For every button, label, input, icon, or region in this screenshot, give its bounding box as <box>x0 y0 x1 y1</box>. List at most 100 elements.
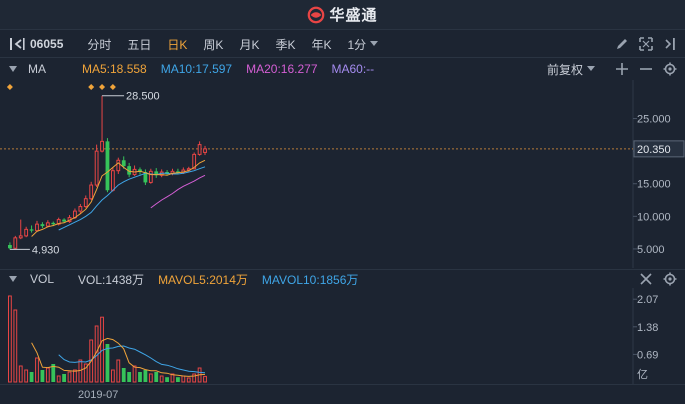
volume-bar <box>18 365 23 383</box>
candle-body <box>197 144 202 155</box>
tab-period-five-day[interactable]: 五日 <box>119 36 159 53</box>
tab-period-quarter-k[interactable]: 季K <box>267 36 303 53</box>
candle-body <box>105 141 110 191</box>
chevron-down-icon <box>370 41 379 46</box>
candle <box>67 215 72 223</box>
volume-chart[interactable]: 2.07 1.38 0.69 亿 <box>0 288 685 384</box>
collapse-triangle-icon[interactable] <box>8 64 18 74</box>
adjust-dropdown[interactable]: 前复权 <box>547 61 595 78</box>
app-logo: 华盛通 <box>307 4 377 25</box>
volume-bar <box>116 359 121 383</box>
volume-bar <box>105 344 110 382</box>
volume-bar <box>24 369 29 383</box>
mavol10-value: MAVOL10:1856万 <box>261 272 359 287</box>
volume-bar <box>138 372 142 382</box>
volume-bar <box>186 377 191 383</box>
candle-body <box>40 224 45 227</box>
candle-body <box>8 245 12 249</box>
y-unit-label: 亿 <box>637 368 648 381</box>
candle <box>40 222 45 229</box>
volume-bar <box>165 377 169 382</box>
gear-icon[interactable] <box>663 62 677 76</box>
pencil-icon[interactable] <box>615 37 629 51</box>
main-chart-header: MA MA5:18.558 MA10:17.597 MA20:16.277 MA… <box>0 59 685 79</box>
candle <box>154 168 159 178</box>
ma60-value: MA60:-- <box>331 62 375 76</box>
adjust-label: 前复权 <box>546 62 583 77</box>
volume-bar <box>110 369 115 383</box>
volume-bar <box>35 357 39 383</box>
candle <box>29 225 34 233</box>
tab-period-month-k[interactable]: 月K <box>231 36 267 53</box>
volume-bar <box>148 373 153 383</box>
indicator-name[interactable]: MA <box>28 62 46 76</box>
candle <box>94 144 99 187</box>
ma20-line <box>150 174 206 209</box>
close-icon[interactable] <box>639 272 653 286</box>
volume-bar <box>67 371 72 383</box>
tab-period-timeshare[interactable]: 分时 <box>79 36 119 53</box>
candle <box>116 157 121 174</box>
candle <box>100 95 104 153</box>
tab-period-day-k[interactable]: 日K <box>159 36 195 53</box>
ma10-value: MA10:17.597 <box>160 62 233 76</box>
ma20-value: MA20:16.277 <box>246 62 318 76</box>
candle <box>83 195 88 208</box>
tab-period-year-k[interactable]: 年K <box>303 36 339 53</box>
ma10-line <box>58 166 206 231</box>
add-icon[interactable] <box>615 62 629 76</box>
candle-body <box>24 228 29 237</box>
y-tick-label: 15.000 <box>637 179 671 191</box>
candle-body <box>18 235 23 239</box>
event-marker <box>99 84 106 90</box>
collapse-triangle-icon[interactable] <box>8 274 18 284</box>
volume-bar <box>8 295 12 383</box>
candle <box>35 220 39 232</box>
volume-value: VOL:1438万 <box>78 272 145 287</box>
candle <box>148 168 153 184</box>
volume-bar <box>29 372 34 382</box>
gear-icon[interactable] <box>663 272 677 286</box>
tab-period-week-k[interactable]: 周K <box>195 36 231 53</box>
event-marker <box>6 84 13 90</box>
expand-icon[interactable] <box>639 37 653 51</box>
candle-body <box>89 184 94 200</box>
candlestick-chart[interactable]: 28.5004.930 25.00020.00015.00010.0005.00… <box>0 80 685 268</box>
volume-bar <box>143 370 148 382</box>
y-tick-label: 0.69 <box>637 349 658 361</box>
logo-text: 华盛通 <box>329 7 378 24</box>
mavol10-line <box>58 345 206 374</box>
candle <box>24 226 29 238</box>
volume-bar <box>13 309 18 383</box>
minus-icon[interactable] <box>639 62 653 76</box>
current-price-label: 20.350 <box>637 144 671 156</box>
volume-header-actions <box>639 272 677 286</box>
high-annotation: 28.500 <box>126 91 160 103</box>
candle <box>197 141 202 156</box>
candle-body <box>51 222 56 225</box>
volume-bar <box>121 368 126 382</box>
collapse-panel-icon[interactable] <box>8 35 26 53</box>
logo-icon <box>308 6 325 23</box>
y-tick-label: 2.07 <box>637 294 658 306</box>
toolbar-actions <box>615 37 677 51</box>
mavol5-value: MAVOL5:2014万 <box>158 272 248 287</box>
y-tick-label: 10.000 <box>637 211 671 223</box>
side-panel-icon[interactable] <box>663 37 677 51</box>
volume-bar <box>73 369 77 383</box>
event-marker <box>88 84 95 90</box>
candle-body <box>29 229 34 231</box>
candle-body <box>35 223 39 232</box>
candle <box>13 235 18 249</box>
event-marker <box>109 84 116 90</box>
volume-bar <box>40 370 45 382</box>
candle-body <box>83 198 88 208</box>
volume-bar <box>127 372 132 382</box>
candle-body <box>110 170 115 191</box>
low-annotation: 4.930 <box>32 244 60 256</box>
volume-bar <box>154 372 159 382</box>
minute-dropdown[interactable]: 1分 <box>339 36 386 53</box>
volume-bar <box>132 365 137 383</box>
volume-indicator-name[interactable]: VOL <box>30 272 54 286</box>
candle-body <box>94 150 99 186</box>
